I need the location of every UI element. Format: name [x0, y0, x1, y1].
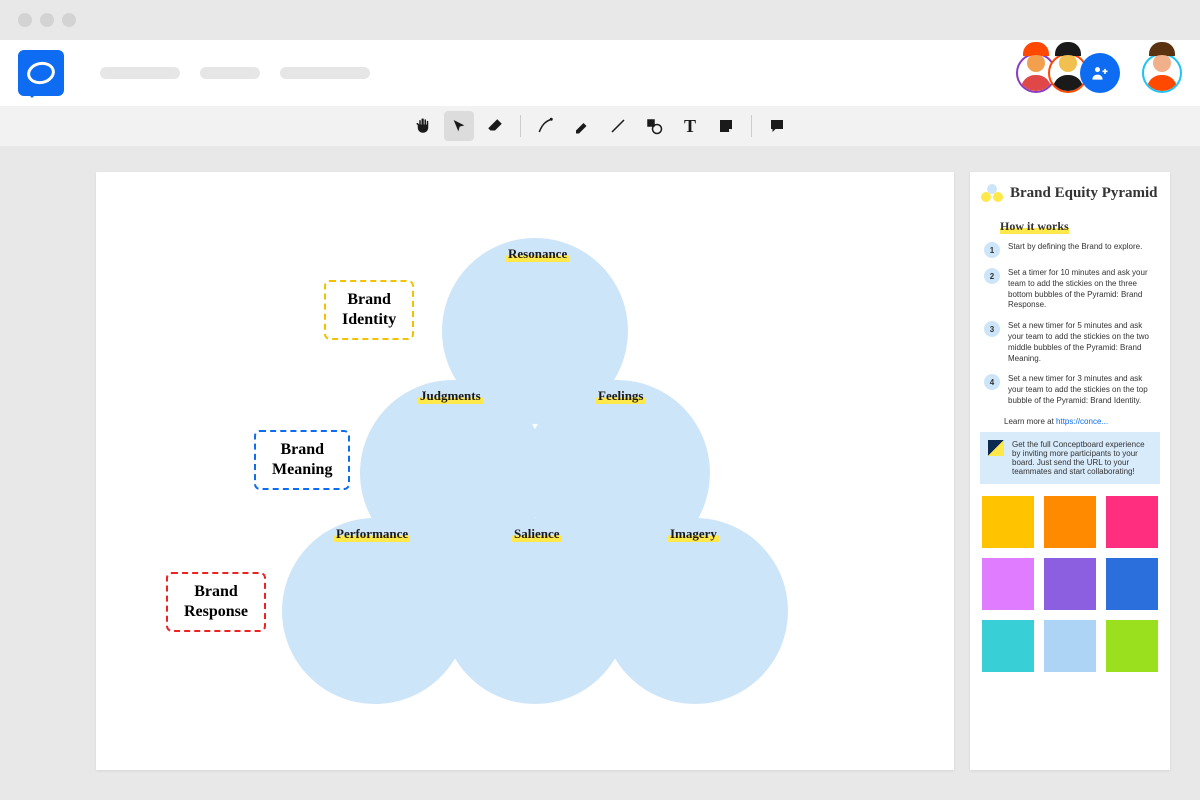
pen-icon [537, 117, 555, 135]
tip-icon [988, 440, 1004, 456]
marker-icon [573, 117, 591, 135]
window-dot [18, 13, 32, 27]
shapes-icon [645, 117, 663, 135]
line-tool[interactable] [603, 111, 633, 141]
step-text: Set a new timer for 5 minutes and ask yo… [1008, 321, 1156, 364]
sticky-swatch[interactable] [1044, 496, 1096, 548]
window-dot [40, 13, 54, 27]
select-tool[interactable] [444, 111, 474, 141]
sticky-tool[interactable] [711, 111, 741, 141]
step-number: 4 [984, 374, 1000, 390]
how-it-works-title: How it works [1000, 219, 1069, 234]
side-label-meaning: BrandMeaning [254, 430, 350, 490]
step: 3 Set a new timer for 5 minutes and ask y… [980, 321, 1160, 364]
panel-title: Brand Equity Pyramid [980, 184, 1160, 209]
hand-icon [414, 117, 432, 135]
bubble-label: Salience [512, 526, 562, 542]
eraser-icon [486, 117, 504, 135]
step: 4 Set a new timer for 3 minutes and ask y… [980, 374, 1160, 406]
window-dot [62, 13, 76, 27]
sticky-swatch[interactable] [1106, 496, 1158, 548]
invite-button[interactable] [1080, 53, 1120, 93]
bubble-label: Imagery [668, 526, 719, 542]
text-tool[interactable]: T [675, 111, 705, 141]
marker-tool[interactable] [567, 111, 597, 141]
cursor-icon [451, 118, 467, 134]
breadcrumb-placeholder [200, 67, 260, 79]
line-icon [609, 117, 627, 135]
canvas[interactable]: Resonance Judgments Feelings Performance… [96, 172, 954, 770]
breadcrumb-placeholder [280, 67, 370, 79]
comment-icon [768, 117, 786, 135]
sticky-swatch[interactable] [1106, 558, 1158, 610]
sticky-swatch[interactable] [982, 558, 1034, 610]
app-logo[interactable] [18, 50, 64, 96]
pen-tool[interactable] [531, 111, 561, 141]
toolbar: T [0, 106, 1200, 146]
eraser-tool[interactable] [480, 111, 510, 141]
text-icon: T [684, 116, 696, 137]
browser-chrome [0, 0, 1200, 40]
step-text: Set a new timer for 3 minutes and ask yo… [1008, 374, 1156, 406]
top-bar [0, 40, 1200, 106]
hand-tool[interactable] [408, 111, 438, 141]
people-plus-icon [1090, 63, 1110, 83]
bubble-label: Performance [334, 526, 410, 542]
side-panel: Brand Equity Pyramid How it works 1 Start… [970, 172, 1170, 770]
step-number: 1 [984, 242, 1000, 258]
bubble-label: Feelings [596, 388, 646, 404]
step-number: 2 [984, 268, 1000, 284]
sticky-swatch[interactable] [982, 620, 1034, 672]
step: 2 Set a timer for 10 minutes and ask your… [980, 268, 1160, 311]
sticky-swatch[interactable] [1044, 620, 1096, 672]
learn-more-link[interactable]: https://conce... [1056, 417, 1108, 426]
bubble-label: Judgments [418, 388, 483, 404]
side-label-response: BrandResponse [166, 572, 266, 632]
tip-box: Get the full Conceptboard experience by … [980, 432, 1160, 484]
step: 1 Start by defining the Brand to explore. [980, 242, 1160, 258]
step-number: 3 [984, 321, 1000, 337]
step-text: Start by defining the Brand to explore. [1008, 242, 1142, 253]
side-label-identity: BrandIdentity [324, 280, 414, 340]
bubble-label: Resonance [506, 246, 569, 262]
sticky-palette [980, 494, 1160, 674]
pyramid-icon [980, 184, 1004, 202]
comment-tool[interactable] [762, 111, 792, 141]
breadcrumb-placeholder [100, 67, 180, 79]
sticky-swatch[interactable] [982, 496, 1034, 548]
current-user-avatar[interactable] [1142, 53, 1182, 93]
tip-text: Get the full Conceptboard experience by … [1012, 440, 1152, 476]
learn-more: Learn more at https://conce... [1004, 417, 1160, 426]
sticky-swatch[interactable] [1106, 620, 1158, 672]
sticky-swatch[interactable] [1044, 558, 1096, 610]
shape-tool[interactable] [639, 111, 669, 141]
note-icon [717, 117, 735, 135]
step-text: Set a timer for 10 minutes and ask your … [1008, 268, 1156, 311]
